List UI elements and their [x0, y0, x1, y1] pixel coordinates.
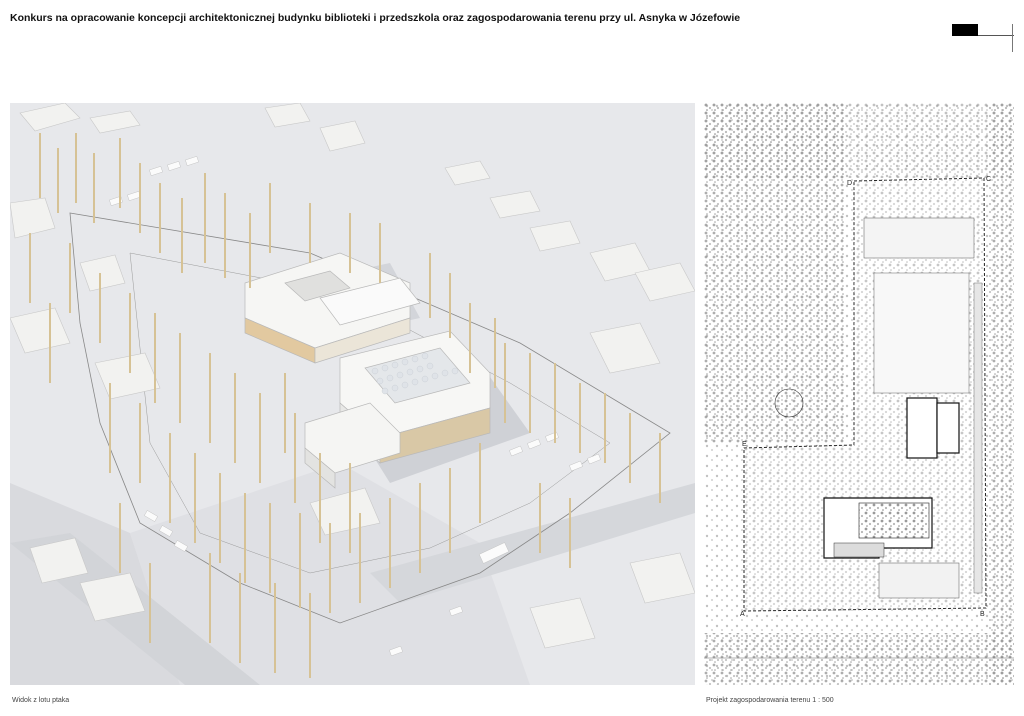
site-plan-caption: Projekt zagospodarowania terenu 1 : 500	[706, 697, 834, 704]
aerial-render	[10, 103, 695, 685]
corner-scale-mark	[952, 24, 1014, 52]
corner-label-c: C	[986, 176, 991, 183]
corner-label-a: A	[740, 611, 745, 618]
aerial-view-caption: Widok z lotu ptaka	[12, 697, 70, 704]
site-plan-svg: D C E A B	[704, 103, 1014, 685]
corner-label-e: E	[742, 441, 747, 448]
site-plan-drawing: D C E A B	[704, 103, 1014, 685]
board-title: Konkurs na opracowanie koncepcji archite…	[10, 12, 741, 24]
corner-label-d: D	[847, 180, 852, 187]
aerial-view-image	[10, 103, 695, 685]
corner-label-b: B	[980, 611, 985, 618]
